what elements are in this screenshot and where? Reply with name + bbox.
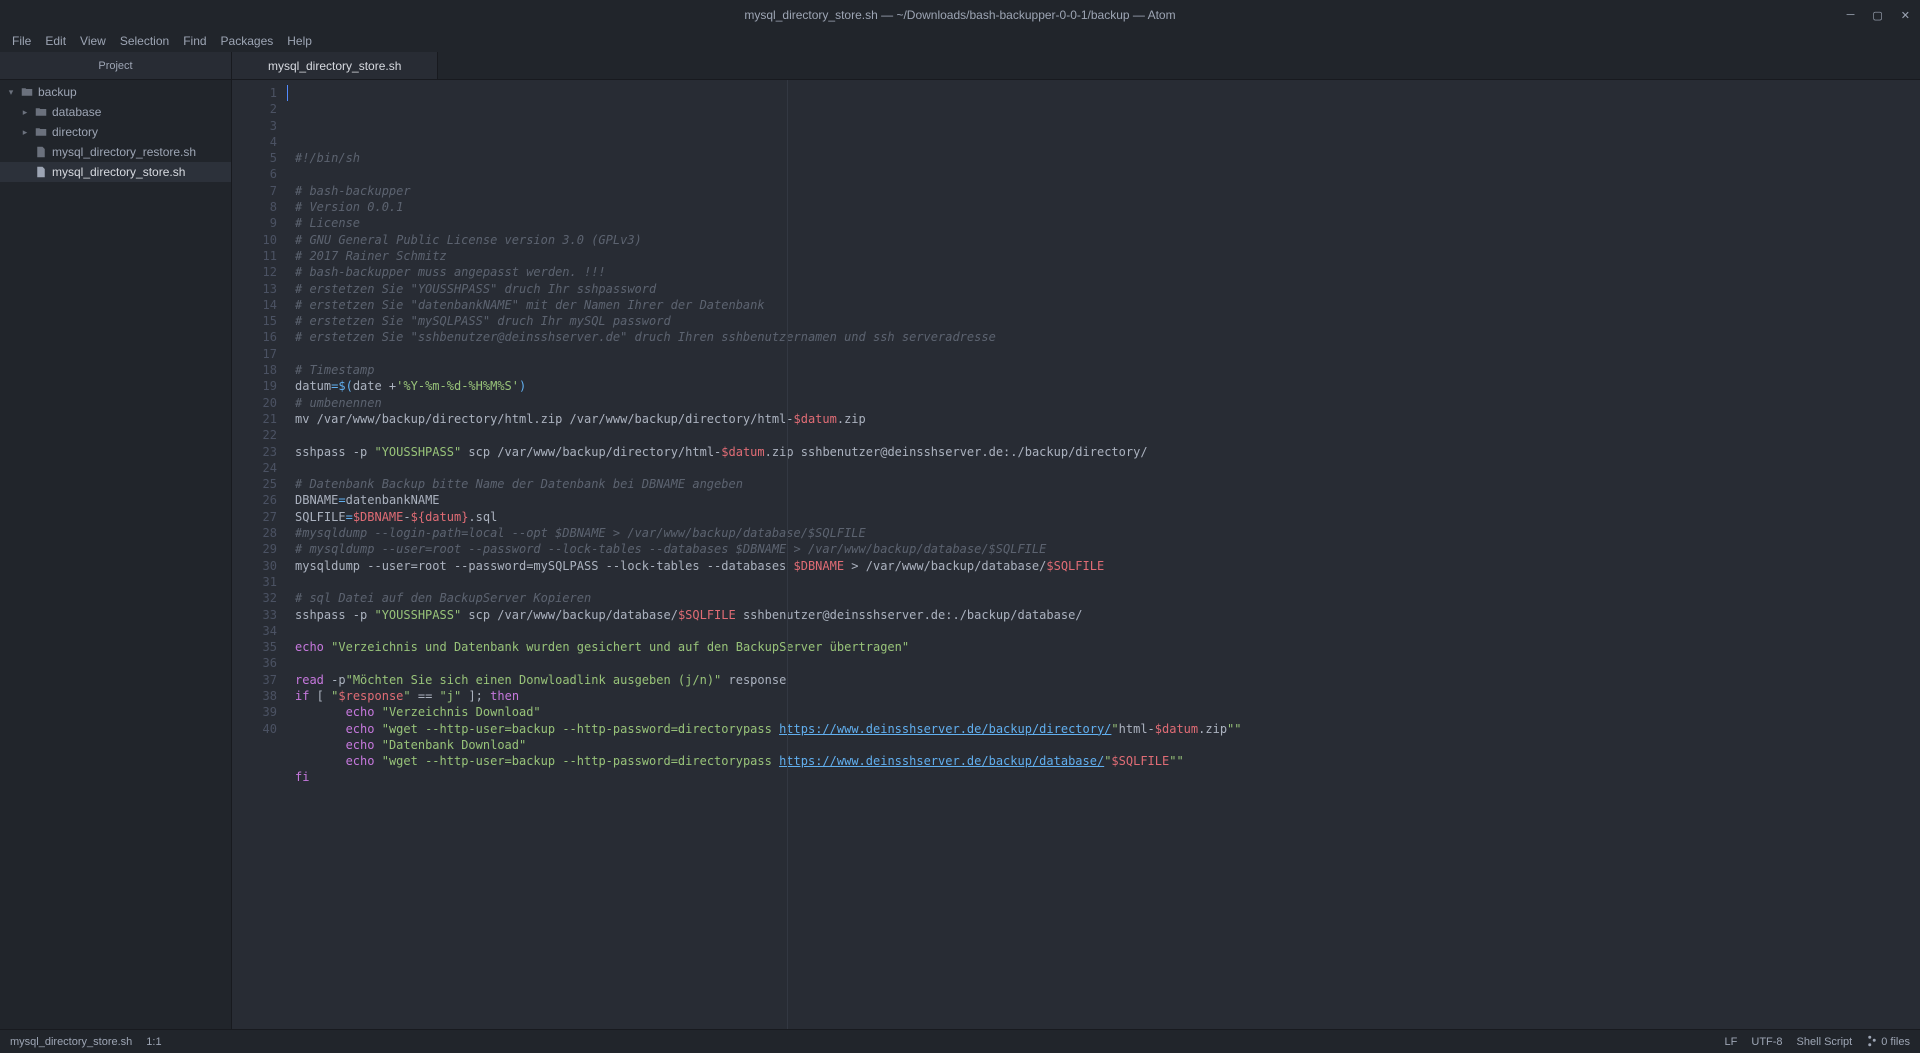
menu-bar: File Edit View Selection Find Packages H… — [0, 30, 1920, 52]
window-controls: ─ ▢ ✕ — [1847, 9, 1910, 22]
file-icon — [34, 166, 48, 178]
menu-packages[interactable]: Packages — [215, 32, 280, 50]
code-line: SQLFILE=$DBNAME-${datum}.sql — [295, 509, 1920, 525]
tab-bar: mysql_directory_store.sh — [232, 52, 1920, 80]
code-line — [295, 427, 1920, 443]
code-line: # mysqldump --user=root --password --loc… — [295, 541, 1920, 557]
folder-icon — [34, 126, 48, 138]
code-line: #mysqldump --login-path=local --opt $DBN… — [295, 525, 1920, 541]
code-line: echo "wget --http-user=backup --http-pas… — [295, 753, 1920, 769]
status-cursor[interactable]: 1:1 — [146, 1036, 161, 1048]
code-line — [295, 623, 1920, 639]
code-line: mysqldump --user=root --password=mySQLPA… — [295, 558, 1920, 574]
status-eol[interactable]: LF — [1725, 1036, 1738, 1048]
code-line — [295, 655, 1920, 671]
code-line — [295, 786, 1920, 802]
code-line: # GNU General Public License version 3.0… — [295, 232, 1920, 248]
code-line — [295, 346, 1920, 362]
code-line: # bash-backupper — [295, 183, 1920, 199]
code-line: read -p"Möchten Sie sich einen Donwloadl… — [295, 672, 1920, 688]
code-line: # Version 0.0.1 — [295, 199, 1920, 215]
menu-edit[interactable]: Edit — [39, 32, 72, 50]
code-line: echo "wget --http-user=backup --http-pas… — [295, 721, 1920, 737]
code-line: DBNAME=datenbankNAME — [295, 492, 1920, 508]
code-line: datum=$(date +'%Y-%m-%d-%H%M%S') — [295, 378, 1920, 394]
code-line: sshpass -p "YOUSSHPASS" scp /var/www/bac… — [295, 444, 1920, 460]
status-git[interactable]: 0 files — [1866, 1035, 1910, 1048]
status-left: mysql_directory_store.sh 1:1 — [10, 1036, 162, 1048]
file-icon — [34, 146, 48, 158]
status-grammar[interactable]: Shell Script — [1797, 1036, 1853, 1048]
menu-selection[interactable]: Selection — [114, 32, 175, 50]
code-line: echo "Verzeichnis und Datenbank wurden g… — [295, 639, 1920, 655]
chevron-right-icon: ▸ — [20, 127, 30, 138]
title-bar: mysql_directory_store.sh — ~/Downloads/b… — [0, 0, 1920, 30]
menu-find[interactable]: Find — [177, 32, 212, 50]
code-line: echo "Datenbank Download" — [295, 737, 1920, 753]
code-line: # erstetzen Sie "YOUSSHPASS" druch Ihr s… — [295, 281, 1920, 297]
code-area[interactable]: #!/bin/sh # bash-backupper# Version 0.0.… — [287, 80, 1920, 1029]
wrap-guide — [787, 80, 788, 1029]
code-line: # erstetzen Sie "datenbankNAME" mit der … — [295, 297, 1920, 313]
folder-icon — [34, 106, 48, 118]
status-right: LF UTF-8 Shell Script 0 files — [1725, 1035, 1910, 1048]
folder-icon — [20, 86, 34, 98]
code-line: if [ "$response" == "j" ]; then — [295, 688, 1920, 704]
chevron-down-icon: ▾ — [6, 87, 16, 98]
tree-root[interactable]: ▾ backup — [0, 82, 231, 102]
tab-active[interactable]: mysql_directory_store.sh — [232, 52, 438, 79]
tree-folder[interactable]: ▸ directory — [0, 122, 231, 142]
editor-body[interactable]: 1234567891011121314151617181920212223242… — [232, 80, 1920, 1029]
line-gutter: 1234567891011121314151617181920212223242… — [232, 80, 287, 1029]
code-line: fi — [295, 769, 1920, 785]
status-encoding[interactable]: UTF-8 — [1751, 1036, 1782, 1048]
main-area: Project ▾ backup ▸ database ▸ directory … — [0, 52, 1920, 1029]
tree-file[interactable]: mysql_directory_restore.sh — [0, 142, 231, 162]
sidebar-header: Project — [0, 52, 231, 80]
code-line — [295, 166, 1920, 182]
code-line: # erstetzen Sie "sshbenutzer@deinsshserv… — [295, 329, 1920, 345]
tree-file-active[interactable]: mysql_directory_store.sh — [0, 162, 231, 182]
tab-label: mysql_directory_store.sh — [268, 59, 401, 73]
code-line: # Timestamp — [295, 362, 1920, 378]
code-line: #!/bin/sh — [295, 150, 1920, 166]
chevron-right-icon: ▸ — [20, 107, 30, 118]
menu-view[interactable]: View — [74, 32, 112, 50]
window-title: mysql_directory_store.sh — ~/Downloads/b… — [744, 8, 1175, 22]
code-line: # erstetzen Sie "mySQLPASS" druch Ihr my… — [295, 313, 1920, 329]
cursor — [287, 85, 288, 101]
code-line: mv /var/www/backup/directory/html.zip /v… — [295, 411, 1920, 427]
tree-label: directory — [52, 125, 98, 139]
code-line — [295, 574, 1920, 590]
code-line: # bash-backupper muss angepasst werden. … — [295, 264, 1920, 280]
maximize-icon[interactable]: ▢ — [1872, 9, 1882, 22]
code-line — [295, 460, 1920, 476]
code-line: # 2017 Rainer Schmitz — [295, 248, 1920, 264]
menu-help[interactable]: Help — [281, 32, 318, 50]
menu-file[interactable]: File — [6, 32, 37, 50]
tree-label: mysql_directory_restore.sh — [52, 145, 196, 159]
tree-label: backup — [38, 85, 77, 99]
code-line: # umbenennen — [295, 395, 1920, 411]
code-line: echo "Verzeichnis Download" — [295, 704, 1920, 720]
code-line: # sql Datei auf den BackupServer Kopiere… — [295, 590, 1920, 606]
project-sidebar: Project ▾ backup ▸ database ▸ directory … — [0, 52, 232, 1029]
tree-folder[interactable]: ▸ database — [0, 102, 231, 122]
close-icon[interactable]: ✕ — [1901, 9, 1910, 22]
tree-label: database — [52, 105, 101, 119]
tree-label: mysql_directory_store.sh — [52, 165, 185, 179]
file-tree: ▾ backup ▸ database ▸ directory mysql_di… — [0, 80, 231, 182]
status-filename[interactable]: mysql_directory_store.sh — [10, 1036, 132, 1048]
status-bar: mysql_directory_store.sh 1:1 LF UTF-8 Sh… — [0, 1029, 1920, 1053]
minimize-icon[interactable]: ─ — [1847, 9, 1855, 22]
code-line: # License — [295, 215, 1920, 231]
editor-pane: mysql_directory_store.sh 123456789101112… — [232, 52, 1920, 1029]
status-git-label: 0 files — [1881, 1036, 1910, 1048]
code-line: # Datenbank Backup bitte Name der Datenb… — [295, 476, 1920, 492]
code-line: sshpass -p "YOUSSHPASS" scp /var/www/bac… — [295, 607, 1920, 623]
